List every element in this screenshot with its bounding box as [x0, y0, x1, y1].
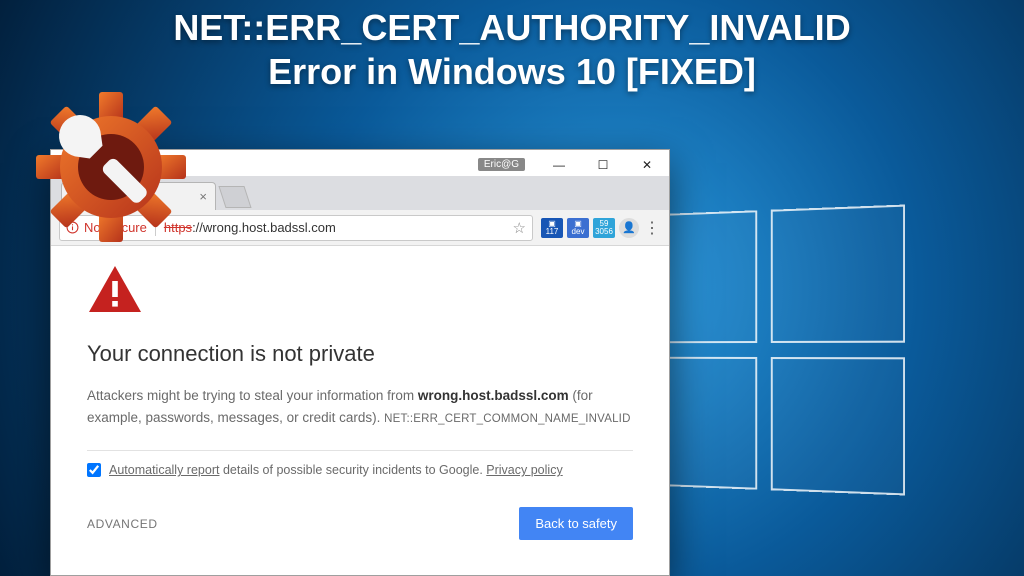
warning-triangle-icon — [87, 264, 633, 317]
bookmark-star-icon[interactable]: ☆ — [513, 219, 526, 237]
error-description: Attackers might be trying to steal your … — [87, 385, 633, 428]
action-row: ADVANCED Back to safety — [87, 507, 633, 540]
back-to-safety-button[interactable]: Back to safety — [519, 507, 633, 540]
profile-badge[interactable]: Eric@G — [478, 158, 525, 171]
auto-report-checkbox[interactable] — [87, 463, 101, 477]
minimize-button[interactable]: — — [537, 150, 581, 179]
new-tab-button[interactable] — [218, 186, 251, 208]
page-title: NET::ERR_CERT_AUTHORITY_INVALID Error in… — [0, 6, 1024, 94]
extensions-row: ▣ 117 ▣ dev 59 3056 👤 ⋮ — [541, 218, 661, 238]
close-button[interactable]: ✕ — [625, 150, 669, 179]
advanced-button[interactable]: ADVANCED — [87, 517, 158, 531]
extension-3-icon[interactable]: 59 3056 — [593, 218, 615, 238]
tab-close-icon[interactable]: × — [199, 189, 207, 204]
privacy-policy-link[interactable]: Privacy policy — [486, 463, 562, 477]
profile-avatar-icon[interactable]: 👤 — [619, 218, 639, 238]
error-heading: Your connection is not private — [87, 341, 633, 367]
windows-logo — [633, 205, 905, 496]
auto-report-text: Automatically report details of possible… — [109, 463, 563, 477]
maximize-button[interactable]: ☐ — [581, 150, 625, 179]
kebab-menu-icon[interactable]: ⋮ — [643, 218, 661, 238]
title-line-1: NET::ERR_CERT_AUTHORITY_INVALID — [0, 6, 1024, 50]
error-page: Your connection is not private Attackers… — [51, 246, 669, 575]
gear-wrench-icon — [36, 92, 186, 242]
url-text: https://wrong.host.badssl.com — [164, 220, 336, 235]
separator — [87, 450, 633, 451]
extension-1-icon[interactable]: ▣ 117 — [541, 218, 563, 238]
extension-2-icon[interactable]: ▣ dev — [567, 218, 589, 238]
title-line-2: Error in Windows 10 [FIXED] — [0, 50, 1024, 94]
auto-report-row[interactable]: Automatically report details of possible… — [87, 463, 633, 477]
error-code: NET::ERR_CERT_COMMON_NAME_INVALID — [384, 413, 630, 425]
